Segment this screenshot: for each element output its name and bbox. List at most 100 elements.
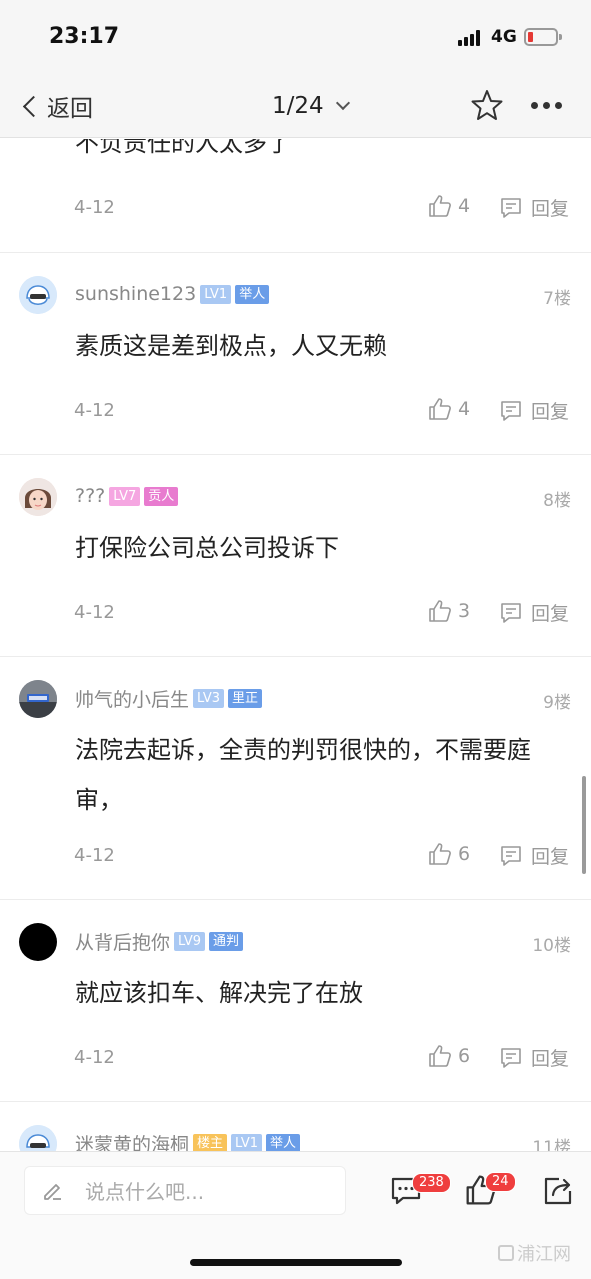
network-type: 4G bbox=[491, 27, 517, 47]
comment-icon bbox=[501, 400, 521, 421]
like-count: 4 bbox=[458, 195, 471, 217]
username[interactable]: 帅气的小后生 bbox=[75, 685, 189, 712]
avatar[interactable] bbox=[19, 478, 57, 516]
scrollbar[interactable] bbox=[582, 776, 586, 874]
comment-date: 4-12 bbox=[74, 602, 115, 623]
reply-label: 回复 bbox=[531, 603, 570, 625]
level-badge: LV9 bbox=[174, 931, 205, 951]
page-indicator: 1/24 bbox=[272, 93, 324, 119]
comment-text: 素质这是差到极点，人又无赖 bbox=[75, 332, 387, 360]
rank-badge: 通判 bbox=[209, 931, 244, 951]
floor-label: 11楼 bbox=[532, 1138, 571, 1151]
chevron-down-icon bbox=[335, 95, 350, 111]
status-bar: 23:17 4G bbox=[0, 0, 591, 76]
floor-label: 7楼 bbox=[543, 289, 571, 309]
battery-icon bbox=[524, 28, 562, 46]
comment-icon bbox=[501, 197, 521, 218]
thumbs-up-icon bbox=[429, 843, 451, 865]
user-row: 迷蒙黄的海桐 楼主 LV1 举人 bbox=[75, 1131, 304, 1151]
back-label: 返回 bbox=[47, 96, 93, 122]
share-icon bbox=[544, 1177, 572, 1205]
avatar[interactable] bbox=[19, 276, 57, 314]
comment-icon bbox=[501, 1047, 521, 1068]
like-count-badge: 24 bbox=[485, 1172, 516, 1192]
list-item: 不负责任的人太多了 4-12 4 回复 bbox=[0, 139, 591, 253]
comment-placeholder: 说点什么吧... bbox=[85, 1180, 205, 1204]
watermark-logo-icon bbox=[498, 1245, 514, 1261]
like-button[interactable]: 6 bbox=[428, 1044, 470, 1068]
comment-list: 不负责任的人太多了 4-12 4 回复 sunshine123 LV1 举人 7… bbox=[0, 139, 591, 1151]
like-post-button[interactable]: 24 bbox=[465, 1172, 516, 1210]
username[interactable]: 从背后抱你 bbox=[75, 928, 170, 955]
floor-label: 10楼 bbox=[532, 936, 571, 956]
comment-icon bbox=[501, 845, 521, 866]
status-time: 23:17 bbox=[49, 24, 120, 49]
level-badge: LV7 bbox=[109, 486, 141, 506]
comment-date: 4-12 bbox=[74, 400, 115, 421]
page-selector[interactable]: 1/24 bbox=[272, 90, 350, 122]
list-item: sunshine123 LV1 举人 7楼 素质这是差到极点，人又无赖 4-12… bbox=[0, 253, 591, 455]
thumbs-up-icon bbox=[429, 398, 451, 420]
username[interactable]: ??? bbox=[75, 485, 105, 507]
like-button[interactable]: 3 bbox=[428, 599, 470, 623]
like-count: 6 bbox=[458, 1045, 471, 1067]
like-button[interactable]: 4 bbox=[428, 194, 470, 218]
reply-label: 回复 bbox=[531, 401, 570, 423]
comment-text: 打保险公司总公司投诉下 bbox=[75, 534, 339, 562]
username[interactable]: sunshine123 bbox=[75, 283, 196, 305]
back-button[interactable]: 返回 bbox=[20, 90, 93, 122]
rank-badge: 举人 bbox=[266, 1133, 301, 1151]
more-icon[interactable] bbox=[531, 102, 562, 109]
reply-button[interactable]: 回复 bbox=[499, 599, 569, 626]
level-badge: LV1 bbox=[200, 284, 232, 304]
reply-button[interactable]: 回复 bbox=[499, 397, 569, 424]
star-icon[interactable] bbox=[470, 88, 504, 122]
reply-button[interactable]: 回复 bbox=[499, 842, 569, 869]
watermark: 浦江网 bbox=[498, 1240, 571, 1266]
level-badge: LV1 bbox=[231, 1133, 263, 1151]
share-button[interactable] bbox=[542, 1175, 574, 1211]
avatar[interactable] bbox=[19, 923, 57, 961]
list-item: 从背后抱你 LV9 通判 10楼 就应该扣车、解决完了在放 4-12 6 回复 bbox=[0, 900, 591, 1102]
floor-label: 9楼 bbox=[543, 693, 571, 713]
comment-date: 4-12 bbox=[74, 845, 115, 866]
comments-button[interactable]: 238 bbox=[390, 1173, 451, 1210]
list-item: 迷蒙黄的海桐 楼主 LV1 举人 11楼 bbox=[0, 1102, 591, 1151]
rank-badge: 里正 bbox=[228, 688, 263, 708]
reply-label: 回复 bbox=[531, 846, 570, 868]
rank-badge: 贡人 bbox=[144, 486, 179, 506]
comment-input[interactable]: 说点什么吧... bbox=[24, 1166, 346, 1215]
avatar[interactable] bbox=[19, 1125, 57, 1151]
watermark-text: 浦江网 bbox=[517, 1244, 571, 1265]
comment-date: 4-12 bbox=[74, 197, 115, 218]
pencil-icon bbox=[44, 1183, 61, 1200]
like-count: 4 bbox=[458, 398, 471, 420]
avatar[interactable] bbox=[19, 680, 57, 718]
username[interactable]: 迷蒙黄的海桐 bbox=[75, 1130, 189, 1152]
reply-button[interactable]: 回复 bbox=[499, 194, 569, 221]
nav-bar: 返回 1/24 bbox=[0, 76, 591, 138]
reply-label: 回复 bbox=[531, 198, 570, 220]
floor-label: 8楼 bbox=[543, 491, 571, 511]
home-indicator[interactable] bbox=[190, 1259, 402, 1266]
thumbs-up-icon bbox=[429, 1045, 451, 1067]
user-row: 从背后抱你 LV9 通判 bbox=[75, 928, 247, 955]
comment-count-badge: 238 bbox=[412, 1173, 451, 1193]
like-button[interactable]: 4 bbox=[428, 397, 470, 421]
comment-text: 法院去起诉，全责的判罚很快的，不需要庭审， bbox=[75, 736, 531, 814]
rank-badge: 举人 bbox=[235, 284, 270, 304]
reply-label: 回复 bbox=[531, 1048, 570, 1070]
signal-icon bbox=[458, 30, 484, 46]
comment-date: 4-12 bbox=[74, 1047, 115, 1068]
like-button[interactable]: 6 bbox=[428, 842, 470, 866]
comment-text: 就应该扣车、解决完了在放 bbox=[75, 979, 363, 1007]
user-row: sunshine123 LV1 举人 bbox=[75, 282, 273, 306]
thumbs-up-icon bbox=[429, 195, 451, 217]
reply-button[interactable]: 回复 bbox=[499, 1044, 569, 1071]
list-item: ??? LV7 贡人 8楼 打保险公司总公司投诉下 4-12 3 回复 bbox=[0, 455, 591, 657]
like-count: 3 bbox=[458, 600, 471, 622]
thumbs-up-icon bbox=[429, 600, 451, 622]
op-badge: 楼主 bbox=[193, 1133, 228, 1151]
user-row: 帅气的小后生 LV3 里正 bbox=[75, 685, 266, 712]
chevron-left-icon bbox=[22, 95, 45, 117]
